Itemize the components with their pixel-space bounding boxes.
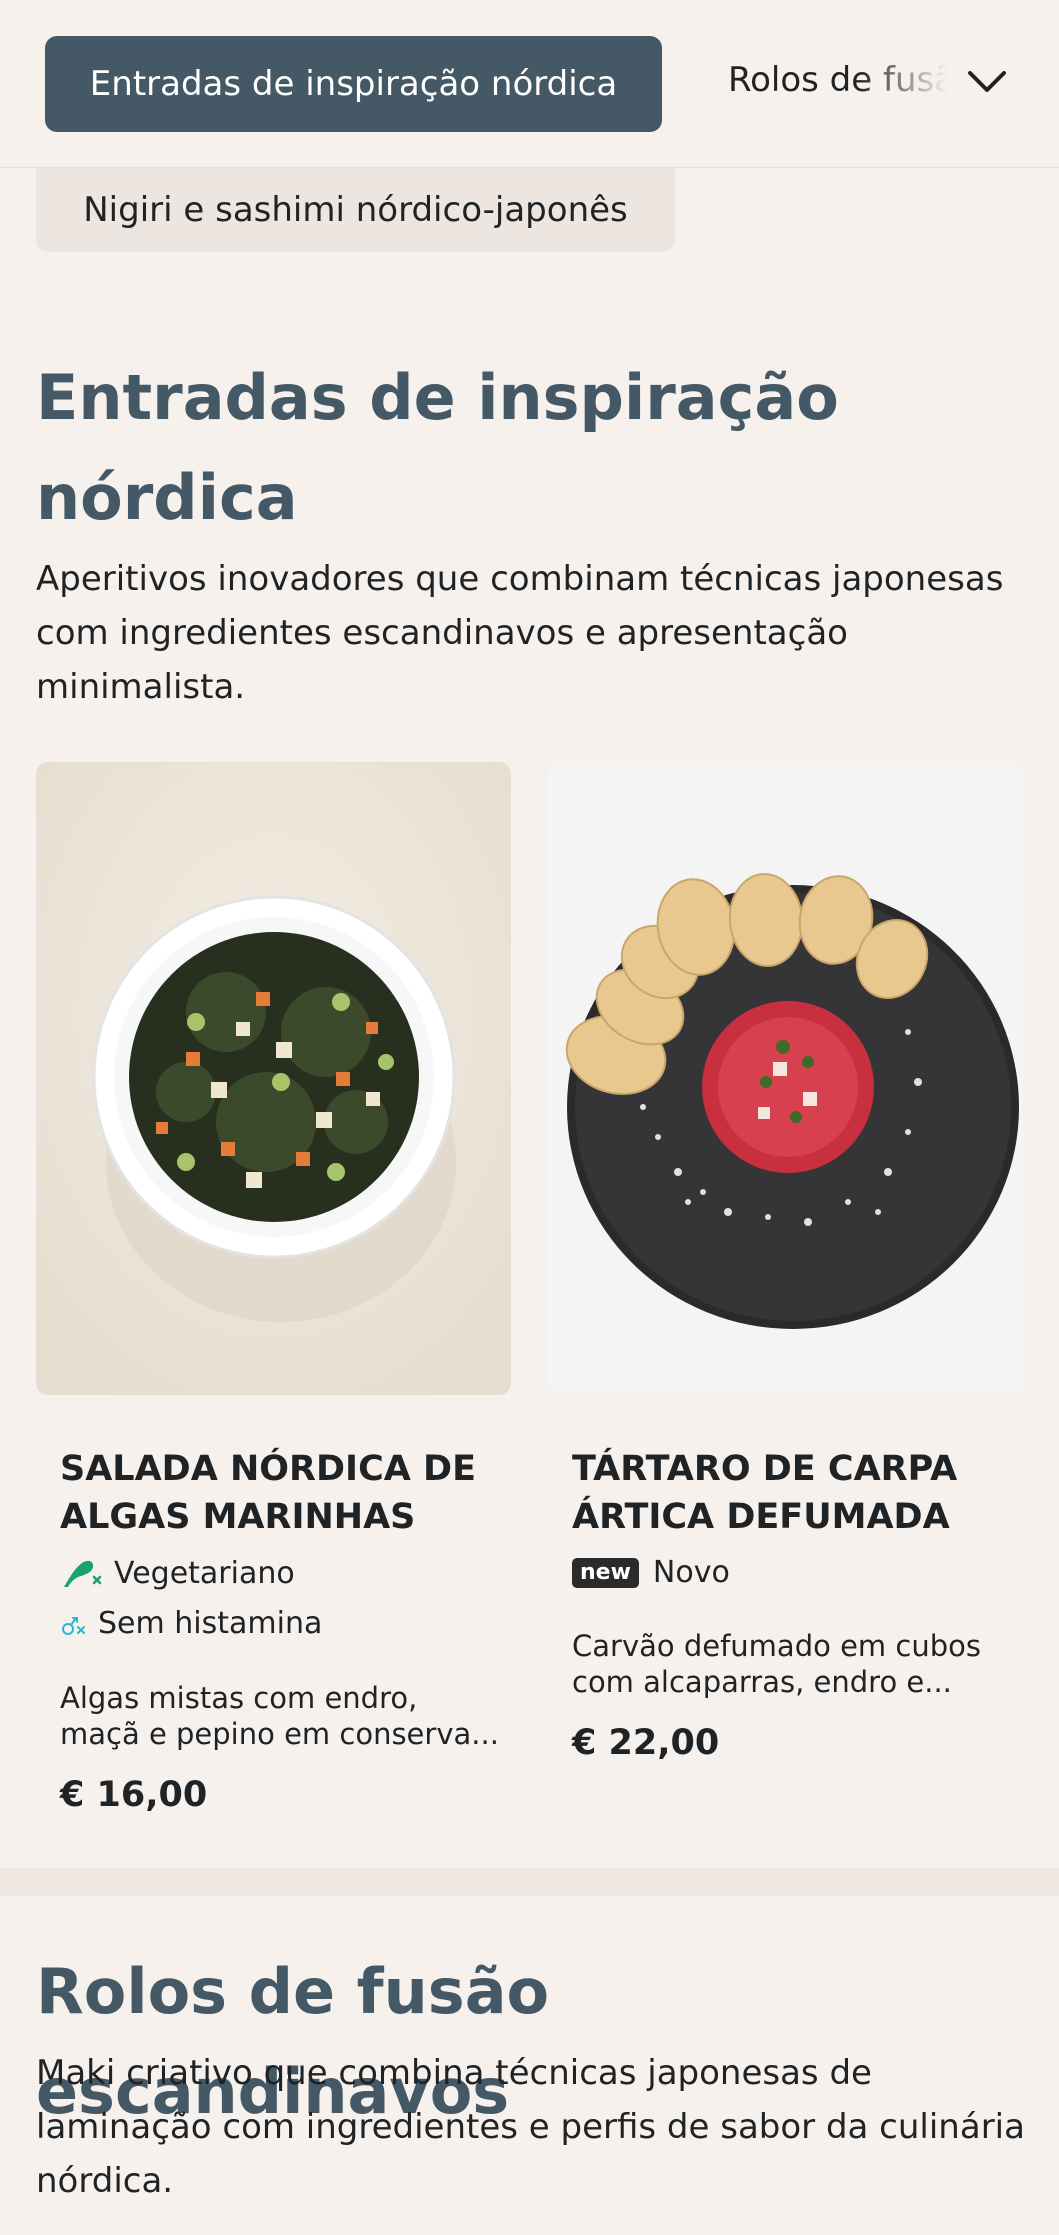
section-title: Entradas de inspiração nórdica [36, 361, 839, 534]
product-tag: Vegetariano [60, 1555, 295, 1591]
tag-label: Vegetariano [114, 1555, 295, 1591]
product-description: Carvão defumado em cubos com alcaparras,… [572, 1629, 981, 1699]
histamine-free-icon [62, 1616, 85, 1635]
product-image[interactable] [548, 762, 1023, 1395]
product-image[interactable] [36, 762, 511, 1395]
product-price: € 22,00 [572, 1723, 720, 1763]
section-description: Maki criativo que combina técnicas japon… [36, 2053, 1025, 2201]
product-description: Algas mistas com endro, maçã e pepino em… [60, 1681, 499, 1751]
category-tab-next[interactable]: Rolos de fusão escandinavos [728, 60, 948, 100]
vegetarian-icon [64, 1560, 102, 1587]
new-badge: new [572, 1557, 639, 1588]
category-dropdown-item[interactable]: Nigiri e sashimi nórdico-japonês [36, 168, 675, 252]
section-divider [0, 1868, 1059, 1896]
product-name[interactable]: TÁRTARO DE CARPA ÁRTICA DEFUMADA [572, 1445, 1002, 1541]
product-price: € 16,00 [60, 1775, 208, 1815]
category-tab-active[interactable]: Entradas de inspiração nórdica [45, 36, 662, 132]
carp-tartare-photo [548, 762, 1023, 1395]
product-tag: new Novo [572, 1555, 730, 1590]
tag-label: Novo [652, 1555, 730, 1590]
tag-label: Sem histamina [98, 1606, 323, 1641]
seaweed-salad-photo [36, 762, 511, 1395]
category-nav-bar: Entradas de inspiração nórdica Rolos de … [0, 0, 1059, 168]
section-description: Aperitivos inovadores que combinam técni… [36, 559, 1004, 707]
product-tag: Sem histamina [60, 1606, 322, 1641]
product-name[interactable]: SALADA NÓRDICA DE ALGAS MARINHAS [60, 1445, 490, 1541]
chevron-down-icon[interactable] [962, 58, 1012, 108]
